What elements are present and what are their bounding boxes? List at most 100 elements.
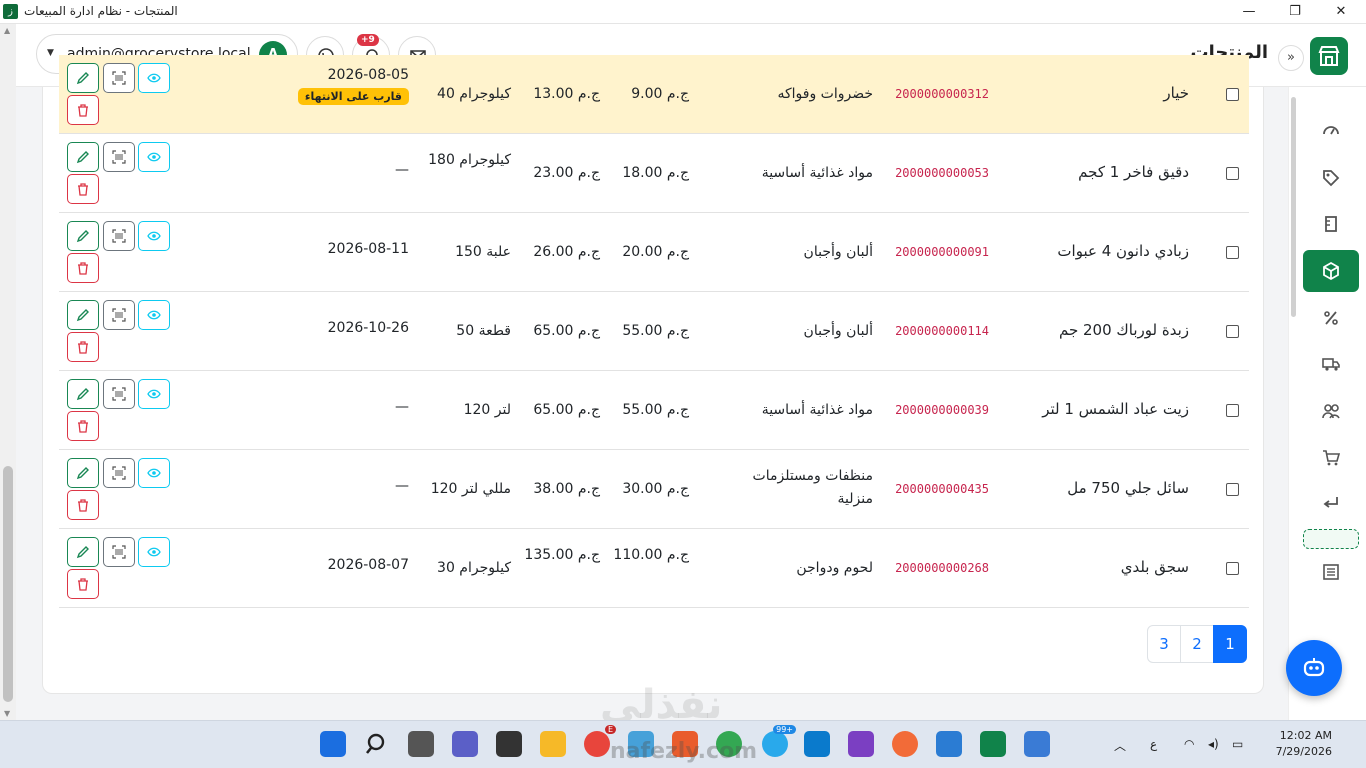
barcode-icon	[112, 545, 126, 559]
page-3-button[interactable]: 3	[1147, 625, 1181, 663]
page-1-button[interactable]: 1	[1213, 625, 1247, 663]
tray-expand-icon[interactable]: ︿	[1114, 737, 1126, 754]
sidebar-scrollbar[interactable]	[1291, 97, 1296, 317]
view-button[interactable]	[138, 63, 170, 93]
sidebar-collapse-button[interactable]: »	[1278, 45, 1304, 71]
scroll-up-icon[interactable]: ▲	[4, 26, 10, 35]
sidebar-item-sales[interactable]	[1303, 437, 1359, 479]
sidebar-item-discounts[interactable]	[1303, 297, 1359, 339]
row-checkbox[interactable]	[1226, 167, 1239, 180]
delete-button[interactable]	[67, 95, 99, 125]
scroll-down-icon[interactable]: ▼	[4, 709, 10, 718]
product-name: زيت عباد الشمس 1 لتر	[1042, 400, 1189, 418]
view-button[interactable]	[138, 458, 170, 488]
row-checkbox[interactable]	[1226, 404, 1239, 417]
sidebar-item-dashboard[interactable]	[1303, 109, 1359, 151]
row-checkbox[interactable]	[1226, 88, 1239, 101]
edit-button[interactable]	[67, 537, 99, 567]
sales-app-icon[interactable]	[980, 731, 1006, 757]
page-2-button[interactable]: 2	[1180, 625, 1214, 663]
barcode-button[interactable]	[103, 537, 135, 567]
store-icon[interactable]	[1310, 37, 1348, 75]
delete-button[interactable]	[67, 332, 99, 362]
edit-button[interactable]	[67, 221, 99, 251]
row-checkbox[interactable]	[1226, 325, 1239, 338]
eye-icon	[147, 152, 161, 162]
delete-button[interactable]	[67, 569, 99, 599]
sidebar-item-categories[interactable]	[1303, 157, 1359, 199]
restore-button[interactable]: ❐	[1272, 0, 1318, 24]
view-button[interactable]	[138, 142, 170, 172]
product-category: مواد غذائية أساسية	[761, 165, 873, 181]
product-price: 55.00 ج.م	[622, 402, 689, 418]
barcode-button[interactable]	[103, 300, 135, 330]
battery-icon[interactable]: ▭	[1232, 737, 1243, 751]
edit-button[interactable]	[67, 458, 99, 488]
sidebar-item-customers[interactable]	[1303, 390, 1359, 432]
delete-button[interactable]	[67, 174, 99, 204]
barcode-button[interactable]	[103, 458, 135, 488]
barcode-icon	[112, 308, 126, 322]
product-barcode: 2000000000053	[895, 166, 989, 180]
row-checkbox[interactable]	[1226, 483, 1239, 496]
search-icon[interactable]	[364, 731, 390, 757]
language-indicator[interactable]: ع	[1150, 737, 1157, 751]
telegram-icon[interactable]: 99+	[762, 725, 796, 757]
settings-app-icon[interactable]	[936, 731, 962, 757]
sidebar-item-placeholder[interactable]	[1303, 529, 1359, 549]
view-button[interactable]	[138, 379, 170, 409]
clock[interactable]: 12:02 AM 7/29/2026	[1276, 728, 1332, 760]
product-expiry: 2026-08-05	[327, 67, 409, 83]
task-view-icon[interactable]	[408, 731, 434, 757]
chrome-icon[interactable]: E	[584, 725, 616, 757]
wifi-icon[interactable]: ◠	[1184, 737, 1194, 751]
view-button[interactable]	[138, 300, 170, 330]
row-checkbox[interactable]	[1226, 562, 1239, 575]
barcode-icon	[112, 150, 126, 164]
assistant-button[interactable]	[1286, 640, 1342, 696]
sidebar-item-units[interactable]	[1303, 203, 1359, 245]
product-cost: 23.00 ج.م	[533, 165, 600, 181]
product-name: زبدة لورباك 200 جم	[1058, 321, 1189, 339]
chrome-badge: E	[604, 725, 616, 734]
barcode-button[interactable]	[103, 221, 135, 251]
edit-button[interactable]	[67, 379, 99, 409]
sidebar-item-reports[interactable]	[1303, 551, 1359, 593]
close-button[interactable]: ✕	[1318, 0, 1364, 24]
view-button[interactable]	[138, 221, 170, 251]
trash-icon	[78, 104, 88, 117]
scrollbar-thumb[interactable]	[3, 466, 13, 702]
file-explorer-icon[interactable]	[540, 731, 566, 757]
sidebar-item-returns[interactable]	[1303, 482, 1359, 524]
pencil-icon	[76, 467, 89, 480]
sidebar-item-products[interactable]	[1303, 250, 1359, 292]
vscode-icon[interactable]	[804, 731, 830, 757]
meet-icon[interactable]	[452, 731, 478, 757]
sidebar	[1288, 87, 1366, 720]
barcode-button[interactable]	[103, 142, 135, 172]
barcode-button[interactable]	[103, 63, 135, 93]
snipping-icon[interactable]	[496, 731, 522, 757]
visual-studio-icon[interactable]	[848, 731, 874, 757]
view-button[interactable]	[138, 537, 170, 567]
barcode-icon	[112, 466, 126, 480]
product-cost: 13.00 ج.م	[533, 86, 600, 102]
photos-icon[interactable]	[1024, 731, 1050, 757]
sidebar-item-suppliers[interactable]	[1303, 343, 1359, 385]
minimize-button[interactable]: —	[1226, 0, 1272, 24]
product-cost: 135.00 ج.م	[524, 547, 600, 563]
postman-icon[interactable]	[892, 731, 918, 757]
delete-button[interactable]	[67, 253, 99, 283]
volume-icon[interactable]: ◂)	[1208, 737, 1219, 751]
page-scrollbar[interactable]: ▲ ▼	[0, 24, 16, 720]
product-price: 30.00 ج.م	[622, 481, 689, 497]
windows-start-icon[interactable]	[320, 731, 346, 757]
product-price: 55.00 ج.م	[622, 323, 689, 339]
delete-button[interactable]	[67, 411, 99, 441]
edit-button[interactable]	[67, 300, 99, 330]
row-checkbox[interactable]	[1226, 246, 1239, 259]
edit-button[interactable]	[67, 142, 99, 172]
delete-button[interactable]	[67, 490, 99, 520]
barcode-button[interactable]	[103, 379, 135, 409]
edit-button[interactable]	[67, 63, 99, 93]
